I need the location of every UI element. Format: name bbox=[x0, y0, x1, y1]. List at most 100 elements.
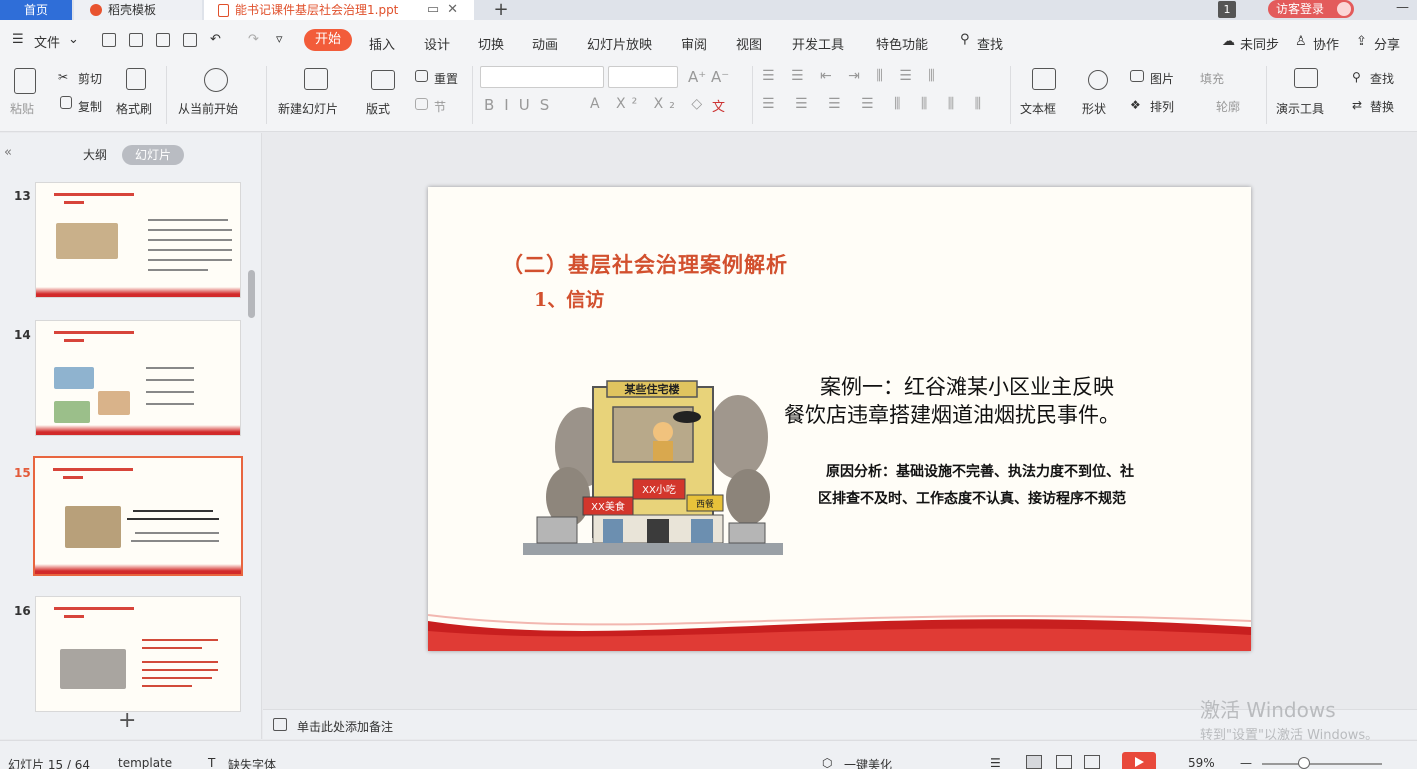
menu-transition[interactable]: 切换 bbox=[478, 34, 504, 53]
notes-view-icon[interactable]: ☰ bbox=[990, 756, 1001, 769]
ribbon-divider bbox=[1010, 66, 1011, 124]
find-button[interactable]: 查找 bbox=[1370, 70, 1394, 87]
grid-view-icon[interactable] bbox=[1056, 755, 1072, 769]
ribbon-divider bbox=[472, 66, 473, 124]
from-current-button[interactable]: 从当前开始 bbox=[178, 100, 238, 117]
print-icon[interactable] bbox=[156, 33, 170, 47]
tab-daoke-templates[interactable]: 稻壳模板 bbox=[74, 0, 202, 20]
search-icon[interactable]: ⚲ bbox=[960, 32, 970, 47]
redo-icon[interactable]: ↷ bbox=[248, 32, 259, 47]
slide-subtitle[interactable]: 1、信访 bbox=[534, 285, 604, 312]
play-from-current-icon[interactable] bbox=[204, 68, 228, 92]
slide-thumbnail-15[interactable] bbox=[33, 456, 243, 576]
menu-search[interactable]: 查找 bbox=[977, 34, 1003, 53]
present-tools-icon[interactable] bbox=[1294, 68, 1318, 88]
menu-developer[interactable]: 开发工具 bbox=[792, 34, 844, 53]
grow-font-icon[interactable]: A⁺ A⁻ bbox=[688, 68, 729, 86]
tab-document[interactable]: 能书记课件基层社会治理1.ppt ▭✕ bbox=[204, 0, 474, 20]
textbox-icon[interactable] bbox=[1032, 68, 1056, 90]
panel-scrollbar[interactable] bbox=[248, 270, 255, 318]
arrange-button[interactable]: 排列 bbox=[1150, 98, 1174, 115]
share-icon: ⇪ bbox=[1356, 34, 1367, 49]
building-smoke-illustration[interactable]: 某些住宅楼 XX美食 XX小吃 西餐 bbox=[523, 377, 783, 562]
menu-animation[interactable]: 动画 bbox=[532, 34, 558, 53]
slide-thumbnail-13[interactable] bbox=[35, 182, 241, 298]
zoom-out-icon[interactable]: — bbox=[1240, 756, 1252, 769]
chevron-down-icon[interactable]: ⌄ bbox=[68, 32, 79, 47]
new-tab-button[interactable]: + bbox=[488, 0, 514, 20]
textbox-button[interactable]: 文本框 bbox=[1020, 100, 1056, 117]
collab-button[interactable]: 协作 bbox=[1313, 34, 1339, 53]
layout-button[interactable]: 版式 bbox=[366, 100, 390, 117]
new-slide-button[interactable]: 新建幻灯片 bbox=[278, 100, 338, 117]
tab-close-icon[interactable]: ▭✕ bbox=[427, 1, 466, 19]
shape-button[interactable]: 形状 bbox=[1082, 100, 1106, 117]
share-button[interactable]: 分享 bbox=[1374, 34, 1400, 53]
normal-view-icon[interactable] bbox=[1026, 755, 1042, 769]
tab-home[interactable]: 首页 bbox=[0, 0, 72, 20]
shape-icon[interactable] bbox=[1088, 70, 1108, 90]
copy-button[interactable]: 复制 bbox=[78, 98, 102, 115]
align-icons[interactable]: ☰ ☰ ☰ ☰ ⫼ ⫼ ⫼ ⫼ bbox=[762, 96, 989, 112]
layout-icon[interactable] bbox=[371, 70, 395, 90]
menu-insert[interactable]: 插入 bbox=[369, 34, 395, 53]
save-icon[interactable] bbox=[102, 33, 116, 47]
visitor-login-button[interactable]: 访客登录 bbox=[1268, 0, 1354, 18]
list-icons[interactable]: ☰ ☰ ⇤ ⇥ ⫼ ☰ ⫼ bbox=[762, 68, 941, 84]
tab-slides[interactable]: 幻灯片 bbox=[122, 145, 184, 165]
reason-text[interactable]: 原因分析：基础设施不完善、执法力度不到位、社 区排查不及时、工作态度不认真、接访… bbox=[818, 459, 1198, 513]
play-slideshow-button[interactable] bbox=[1122, 752, 1156, 769]
menu-slideshow[interactable]: 幻灯片放映 bbox=[587, 34, 652, 53]
menu-features[interactable]: 特色功能 bbox=[876, 34, 928, 53]
paste-icon[interactable] bbox=[14, 68, 36, 94]
font-family-select[interactable] bbox=[480, 66, 604, 88]
reading-view-icon[interactable] bbox=[1084, 755, 1100, 769]
text-effects-icons[interactable]: A X² X₂ ◇ bbox=[590, 96, 708, 112]
tab-outline[interactable]: 大纲 bbox=[72, 145, 118, 165]
slide-thumbnail-14[interactable] bbox=[35, 320, 241, 436]
phonetic-icon[interactable]: 文 bbox=[712, 96, 725, 115]
zoom-slider-knob[interactable] bbox=[1298, 757, 1310, 769]
minimize-icon[interactable]: — bbox=[1396, 0, 1409, 15]
undo-icon[interactable]: ↶ bbox=[210, 32, 221, 47]
zoom-slider-track[interactable] bbox=[1262, 763, 1382, 765]
missing-font-button[interactable]: 缺失字体 bbox=[228, 756, 276, 769]
paste-button[interactable]: 粘贴 bbox=[10, 100, 34, 117]
case-text[interactable]: 案例一：红谷滩某小区业主反映 餐饮店违章搭建烟道油烟扰民事件。 bbox=[784, 373, 1204, 429]
hamburger-icon[interactable]: ☰ bbox=[12, 32, 24, 47]
notes-placeholder[interactable]: 单击此处添加备注 bbox=[297, 718, 393, 735]
menu-view[interactable]: 视图 bbox=[736, 34, 762, 53]
cut-button[interactable]: 剪切 bbox=[78, 70, 102, 87]
menu-home-tab[interactable]: 开始 bbox=[304, 29, 352, 51]
beautify-icon: ⬡ bbox=[822, 756, 833, 769]
outline-button[interactable]: 轮廓 bbox=[1216, 98, 1240, 115]
font-size-select[interactable] bbox=[608, 66, 678, 88]
menu-file[interactable]: 文件 bbox=[34, 32, 60, 51]
slide-title[interactable]: （二）基层社会治理案例解析 bbox=[502, 249, 788, 279]
zoom-level[interactable]: 59% bbox=[1188, 756, 1215, 769]
customize-icon[interactable]: ▿ bbox=[276, 32, 283, 47]
menu-design[interactable]: 设计 bbox=[424, 34, 450, 53]
picture-button[interactable]: 图片 bbox=[1150, 70, 1174, 87]
template-name[interactable]: template bbox=[118, 756, 172, 769]
slide-thumbnail-16[interactable] bbox=[35, 596, 241, 712]
present-tools-button[interactable]: 演示工具 bbox=[1276, 100, 1324, 117]
new-slide-icon[interactable] bbox=[304, 68, 328, 90]
format-painter-icon[interactable] bbox=[126, 68, 146, 90]
text-format-icons[interactable]: BIUS bbox=[484, 96, 559, 114]
replace-button[interactable]: 替换 bbox=[1370, 98, 1394, 115]
export-icon[interactable] bbox=[129, 33, 143, 47]
reset-button[interactable]: 重置 bbox=[434, 70, 458, 87]
fill-button[interactable]: 填充 bbox=[1200, 70, 1224, 87]
menu-review[interactable]: 审阅 bbox=[681, 34, 707, 53]
current-slide[interactable]: （二）基层社会治理案例解析 1、信访 某些住宅楼 XX美食 XX小吃 西餐 案例… bbox=[428, 187, 1251, 651]
window-count-badge[interactable]: 1 bbox=[1218, 1, 1236, 18]
section-button[interactable]: 节 bbox=[434, 98, 446, 115]
add-slide-button[interactable]: + bbox=[118, 708, 136, 733]
beautify-button[interactable]: 一键美化 bbox=[844, 756, 892, 769]
format-painter-button[interactable]: 格式刷 bbox=[116, 100, 152, 117]
sync-status[interactable]: 未同步 bbox=[1240, 34, 1279, 53]
print-preview-icon[interactable] bbox=[183, 33, 197, 47]
case-line-2: 餐饮店违章搭建烟道油烟扰民事件。 bbox=[784, 403, 1120, 427]
collapse-panel-icon[interactable]: « bbox=[4, 145, 12, 160]
